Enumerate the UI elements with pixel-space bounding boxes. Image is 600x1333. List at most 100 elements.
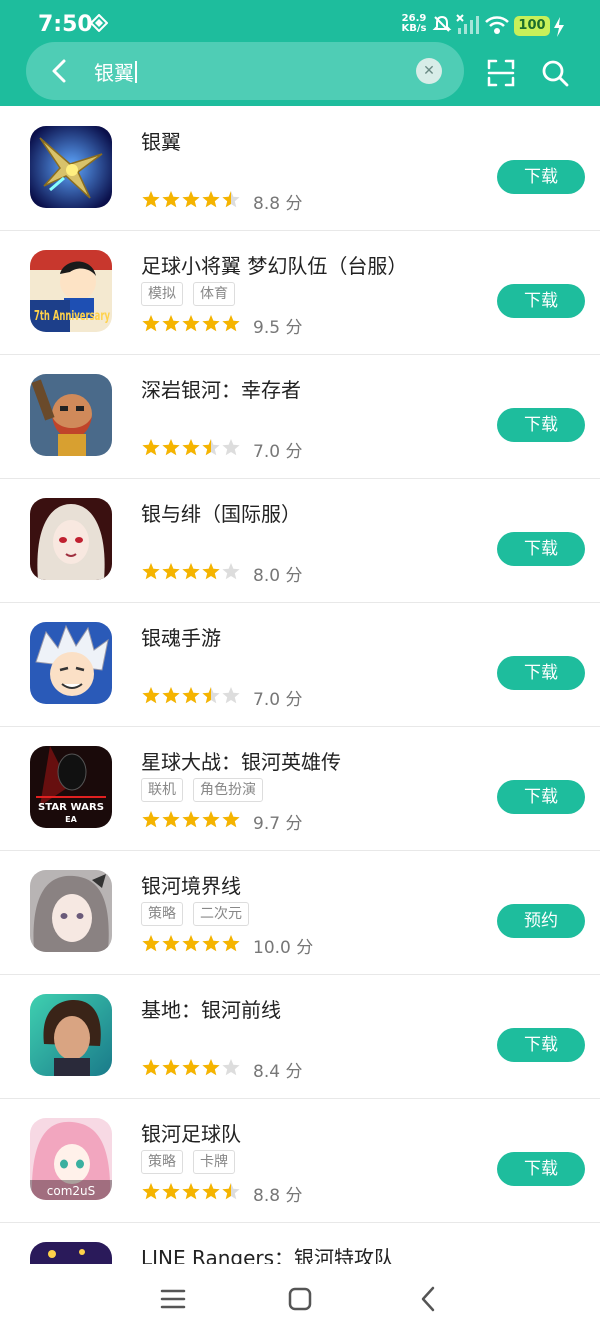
- menu-icon[interactable]: [158, 1284, 188, 1314]
- reserve-button[interactable]: 预约: [497, 904, 585, 938]
- star-rating: [142, 563, 240, 580]
- app-icon[interactable]: [30, 870, 112, 952]
- icon-text: com2uS: [47, 1184, 96, 1198]
- app-icon[interactable]: STAR WARS EA: [30, 746, 112, 828]
- top-bar: 7:50 26.9 KB/s 100 银翼 ✕: [0, 0, 600, 106]
- app-icon[interactable]: com2uS: [30, 1118, 112, 1200]
- tag[interactable]: 角色扮演: [193, 778, 263, 802]
- star-rating: [142, 935, 240, 952]
- download-button[interactable]: 下载: [497, 1028, 585, 1062]
- search-bar[interactable]: 银翼 ✕: [26, 42, 464, 100]
- star-filled: [202, 191, 220, 208]
- list-item[interactable]: 银河境界线 策略 二次元 10.0 分 预约: [0, 850, 600, 975]
- app-name: 基地：银河前线: [141, 998, 281, 1022]
- tag[interactable]: 策略: [141, 902, 183, 926]
- star-filled: [182, 1059, 200, 1076]
- star-filled: [182, 563, 200, 580]
- app-icon[interactable]: [30, 994, 112, 1076]
- star-rating: [142, 315, 240, 332]
- star-empty: [222, 1059, 240, 1076]
- star-filled: [162, 935, 180, 952]
- back-nav-icon[interactable]: [414, 1284, 444, 1314]
- star-filled: [142, 935, 160, 952]
- icon-text: 7th Anniversary: [34, 309, 110, 324]
- space-rangers-app-icon: [30, 1242, 112, 1264]
- download-button[interactable]: 下载: [497, 160, 585, 194]
- app-name: 银河境界线: [141, 874, 241, 898]
- app-icon[interactable]: [30, 498, 112, 580]
- tag[interactable]: 策略: [141, 1150, 183, 1174]
- app-icon[interactable]: [30, 126, 112, 208]
- woman-portrait-app-icon: [30, 994, 112, 1076]
- star-filled: [162, 315, 180, 332]
- download-button[interactable]: 下载: [497, 1152, 585, 1186]
- app-name: 银河足球队: [141, 1122, 241, 1146]
- star-filled: [162, 811, 180, 828]
- download-button[interactable]: 下载: [497, 656, 585, 690]
- score-text: 8.8 分: [253, 1186, 303, 1206]
- list-item[interactable]: LINE Rangers：银河特攻队: [0, 1222, 600, 1264]
- score-text: 8.4 分: [253, 1062, 303, 1082]
- jet-fighter-app-icon: [30, 126, 112, 208]
- scan-icon[interactable]: [486, 58, 516, 88]
- star-filled: [222, 315, 240, 332]
- star-filled: [142, 439, 160, 456]
- list-item[interactable]: com2uS 银河足球队 策略 卡牌 8.8 分 下载: [0, 1098, 600, 1223]
- app-name: 银魂手游: [141, 626, 221, 650]
- search-icon[interactable]: [540, 58, 570, 88]
- location-diamond-icon: [90, 14, 108, 32]
- download-button[interactable]: 下载: [497, 532, 585, 566]
- download-button[interactable]: 下载: [497, 408, 585, 442]
- app-icon[interactable]: [30, 1242, 112, 1264]
- star-filled: [182, 439, 200, 456]
- back-icon[interactable]: [46, 57, 74, 85]
- star-filled: [182, 315, 200, 332]
- star-filled: [182, 811, 200, 828]
- network-speed-unit: KB/s: [401, 23, 427, 34]
- app-icon[interactable]: [30, 374, 112, 456]
- tag[interactable]: 体育: [193, 282, 235, 306]
- tag-list: 模拟 体育: [141, 282, 245, 306]
- star-rating: [142, 811, 240, 828]
- list-item[interactable]: 深岩银河：幸存者 7.0 分 下载: [0, 354, 600, 479]
- dwarf-warrior-app-icon: [30, 374, 112, 456]
- star-filled: [182, 935, 200, 952]
- tag[interactable]: 联机: [141, 778, 183, 802]
- list-item[interactable]: 基地：银河前线 8.4 分 下载: [0, 974, 600, 1099]
- tag[interactable]: 模拟: [141, 282, 183, 306]
- star-rating: [142, 1059, 240, 1076]
- star-filled: [202, 563, 220, 580]
- star-filled: [222, 811, 240, 828]
- score-text: 8.0 分: [253, 566, 303, 586]
- charging-icon: [554, 17, 564, 37]
- app-name: 星球大战：银河英雄传: [141, 750, 341, 774]
- tag[interactable]: 卡牌: [193, 1150, 235, 1174]
- list-item[interactable]: 银魂手游 7.0 分 下载: [0, 602, 600, 727]
- star-empty: [222, 687, 240, 704]
- star-rating: [142, 1183, 240, 1200]
- star-wars-app-icon: STAR WARS EA: [30, 746, 112, 828]
- tag-list: 策略 卡牌: [141, 1150, 245, 1174]
- list-item[interactable]: 7th Anniversary 足球小将翼 梦幻队伍（台服） 模拟 体育 9.5 …: [0, 230, 600, 355]
- app-name: 银翼: [141, 130, 181, 154]
- star-filled: [202, 811, 220, 828]
- app-icon[interactable]: 7th Anniversary: [30, 250, 112, 332]
- search-input[interactable]: 银翼: [94, 57, 137, 86]
- score-text: 9.5 分: [253, 318, 303, 338]
- star-filled: [142, 1183, 160, 1200]
- home-icon[interactable]: [285, 1284, 315, 1314]
- list-item[interactable]: STAR WARS EA 星球大战：银河英雄传 联机 角色扮演 9.7 分 下载: [0, 726, 600, 851]
- vampire-girl-app-icon: [30, 498, 112, 580]
- tag[interactable]: 二次元: [193, 902, 249, 926]
- list-item[interactable]: 银翼 8.8 分 下载: [0, 106, 600, 231]
- clear-icon[interactable]: ✕: [416, 58, 442, 84]
- search-results-list[interactable]: 银翼 8.8 分 下载 7th Anniversary 足球小将翼 梦幻队伍（台…: [0, 106, 600, 1264]
- icon-text: STAR WARS: [38, 802, 104, 813]
- star-filled: [162, 439, 180, 456]
- list-item[interactable]: 银与绯（国际服） 8.0 分 下载: [0, 478, 600, 603]
- text-caret: [135, 61, 137, 83]
- app-icon[interactable]: [30, 622, 112, 704]
- download-button[interactable]: 下载: [497, 780, 585, 814]
- app-name: 银与绯（国际服）: [141, 502, 301, 526]
- download-button[interactable]: 下载: [497, 284, 585, 318]
